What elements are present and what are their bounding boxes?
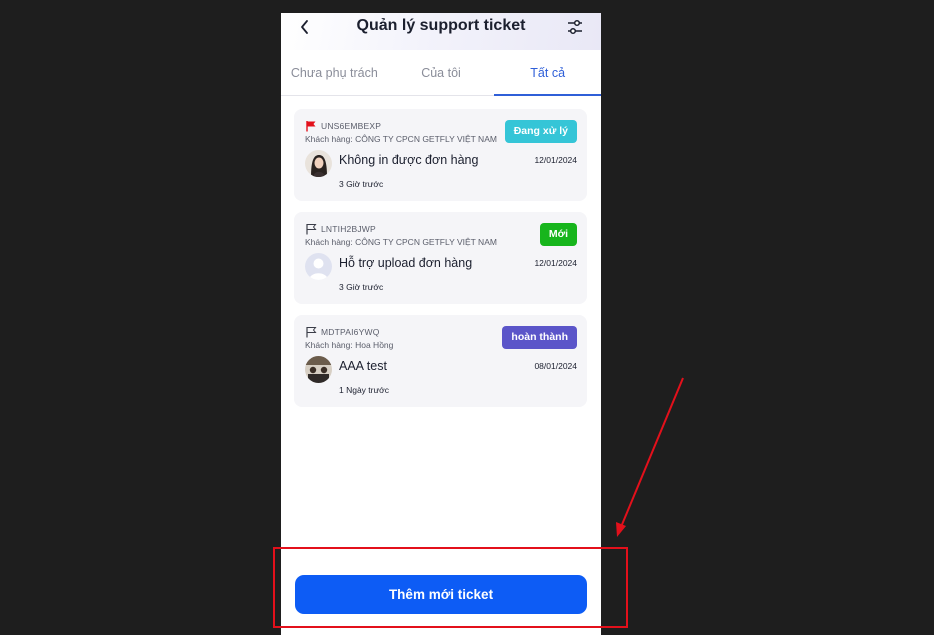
status-badge: Mới [539,223,577,246]
ticket-code: MDTPAI6YWQ [321,327,380,337]
ticket-time-ago: 1 Ngày trước [339,385,389,395]
ticket-date: 12/01/2024 [534,258,577,268]
ticket-code: UNS6EMBEXP [321,121,382,131]
tab-unassigned[interactable]: Chưa phụ trách [281,50,388,95]
ticket-code: LNTIH2BJWP [321,224,376,234]
status-badge: hoàn thành [502,326,577,349]
ticket-customer: Khách hàng: CÔNG TY CPCN GETFLY VIỆT NAM [305,134,497,144]
avatar [305,253,332,280]
page-title: Quản lý support ticket [356,17,526,34]
avatar [305,356,332,383]
ticket-customer: Khách hàng: Hoa Hồng [305,340,394,350]
ticket-list: UNS6EMBEXP Khách hàng: CÔNG TY CPCN GETF… [294,109,587,418]
highlight-box [273,547,628,628]
ticket-subject: Không in được đơn hàng [339,153,479,167]
ticket-card[interactable]: UNS6EMBEXP Khách hàng: CÔNG TY CPCN GETF… [294,109,587,201]
ticket-subject: AAA test [339,359,387,373]
outline-flag-icon [306,327,317,338]
tab-mine[interactable]: Của tôi [388,50,495,95]
ticket-card[interactable]: LNTIH2BJWP Khách hàng: CÔNG TY CPCN GETF… [294,212,587,304]
sliders-icon [568,19,582,35]
outline-flag-icon [306,224,317,235]
filter-button[interactable] [565,17,585,37]
ticket-card[interactable]: MDTPAI6YWQ Khách hàng: Hoa Hồng hoàn thà… [294,315,587,407]
ticket-customer: Khách hàng: CÔNG TY CPCN GETFLY VIỆT NAM [305,237,497,247]
ticket-date: 12/01/2024 [534,155,577,165]
tab-all[interactable]: Tất cả [494,50,601,96]
ticket-date: 08/01/2024 [534,361,577,371]
red-flag-icon [306,121,316,132]
app-header: Quản lý support ticket [281,13,601,50]
status-badge: Đang xử lý [504,120,577,143]
ticket-time-ago: 3 Giờ trước [339,179,384,189]
ticket-time-ago: 3 Giờ trước [339,282,384,292]
avatar [305,150,332,177]
phone-screen: Quản lý support ticket Chưa phụ trách Củ… [281,13,601,635]
tab-bar: Chưa phụ trách Của tôi Tất cả [281,50,601,96]
ticket-subject: Hỗ trợ upload đơn hàng [339,256,473,270]
